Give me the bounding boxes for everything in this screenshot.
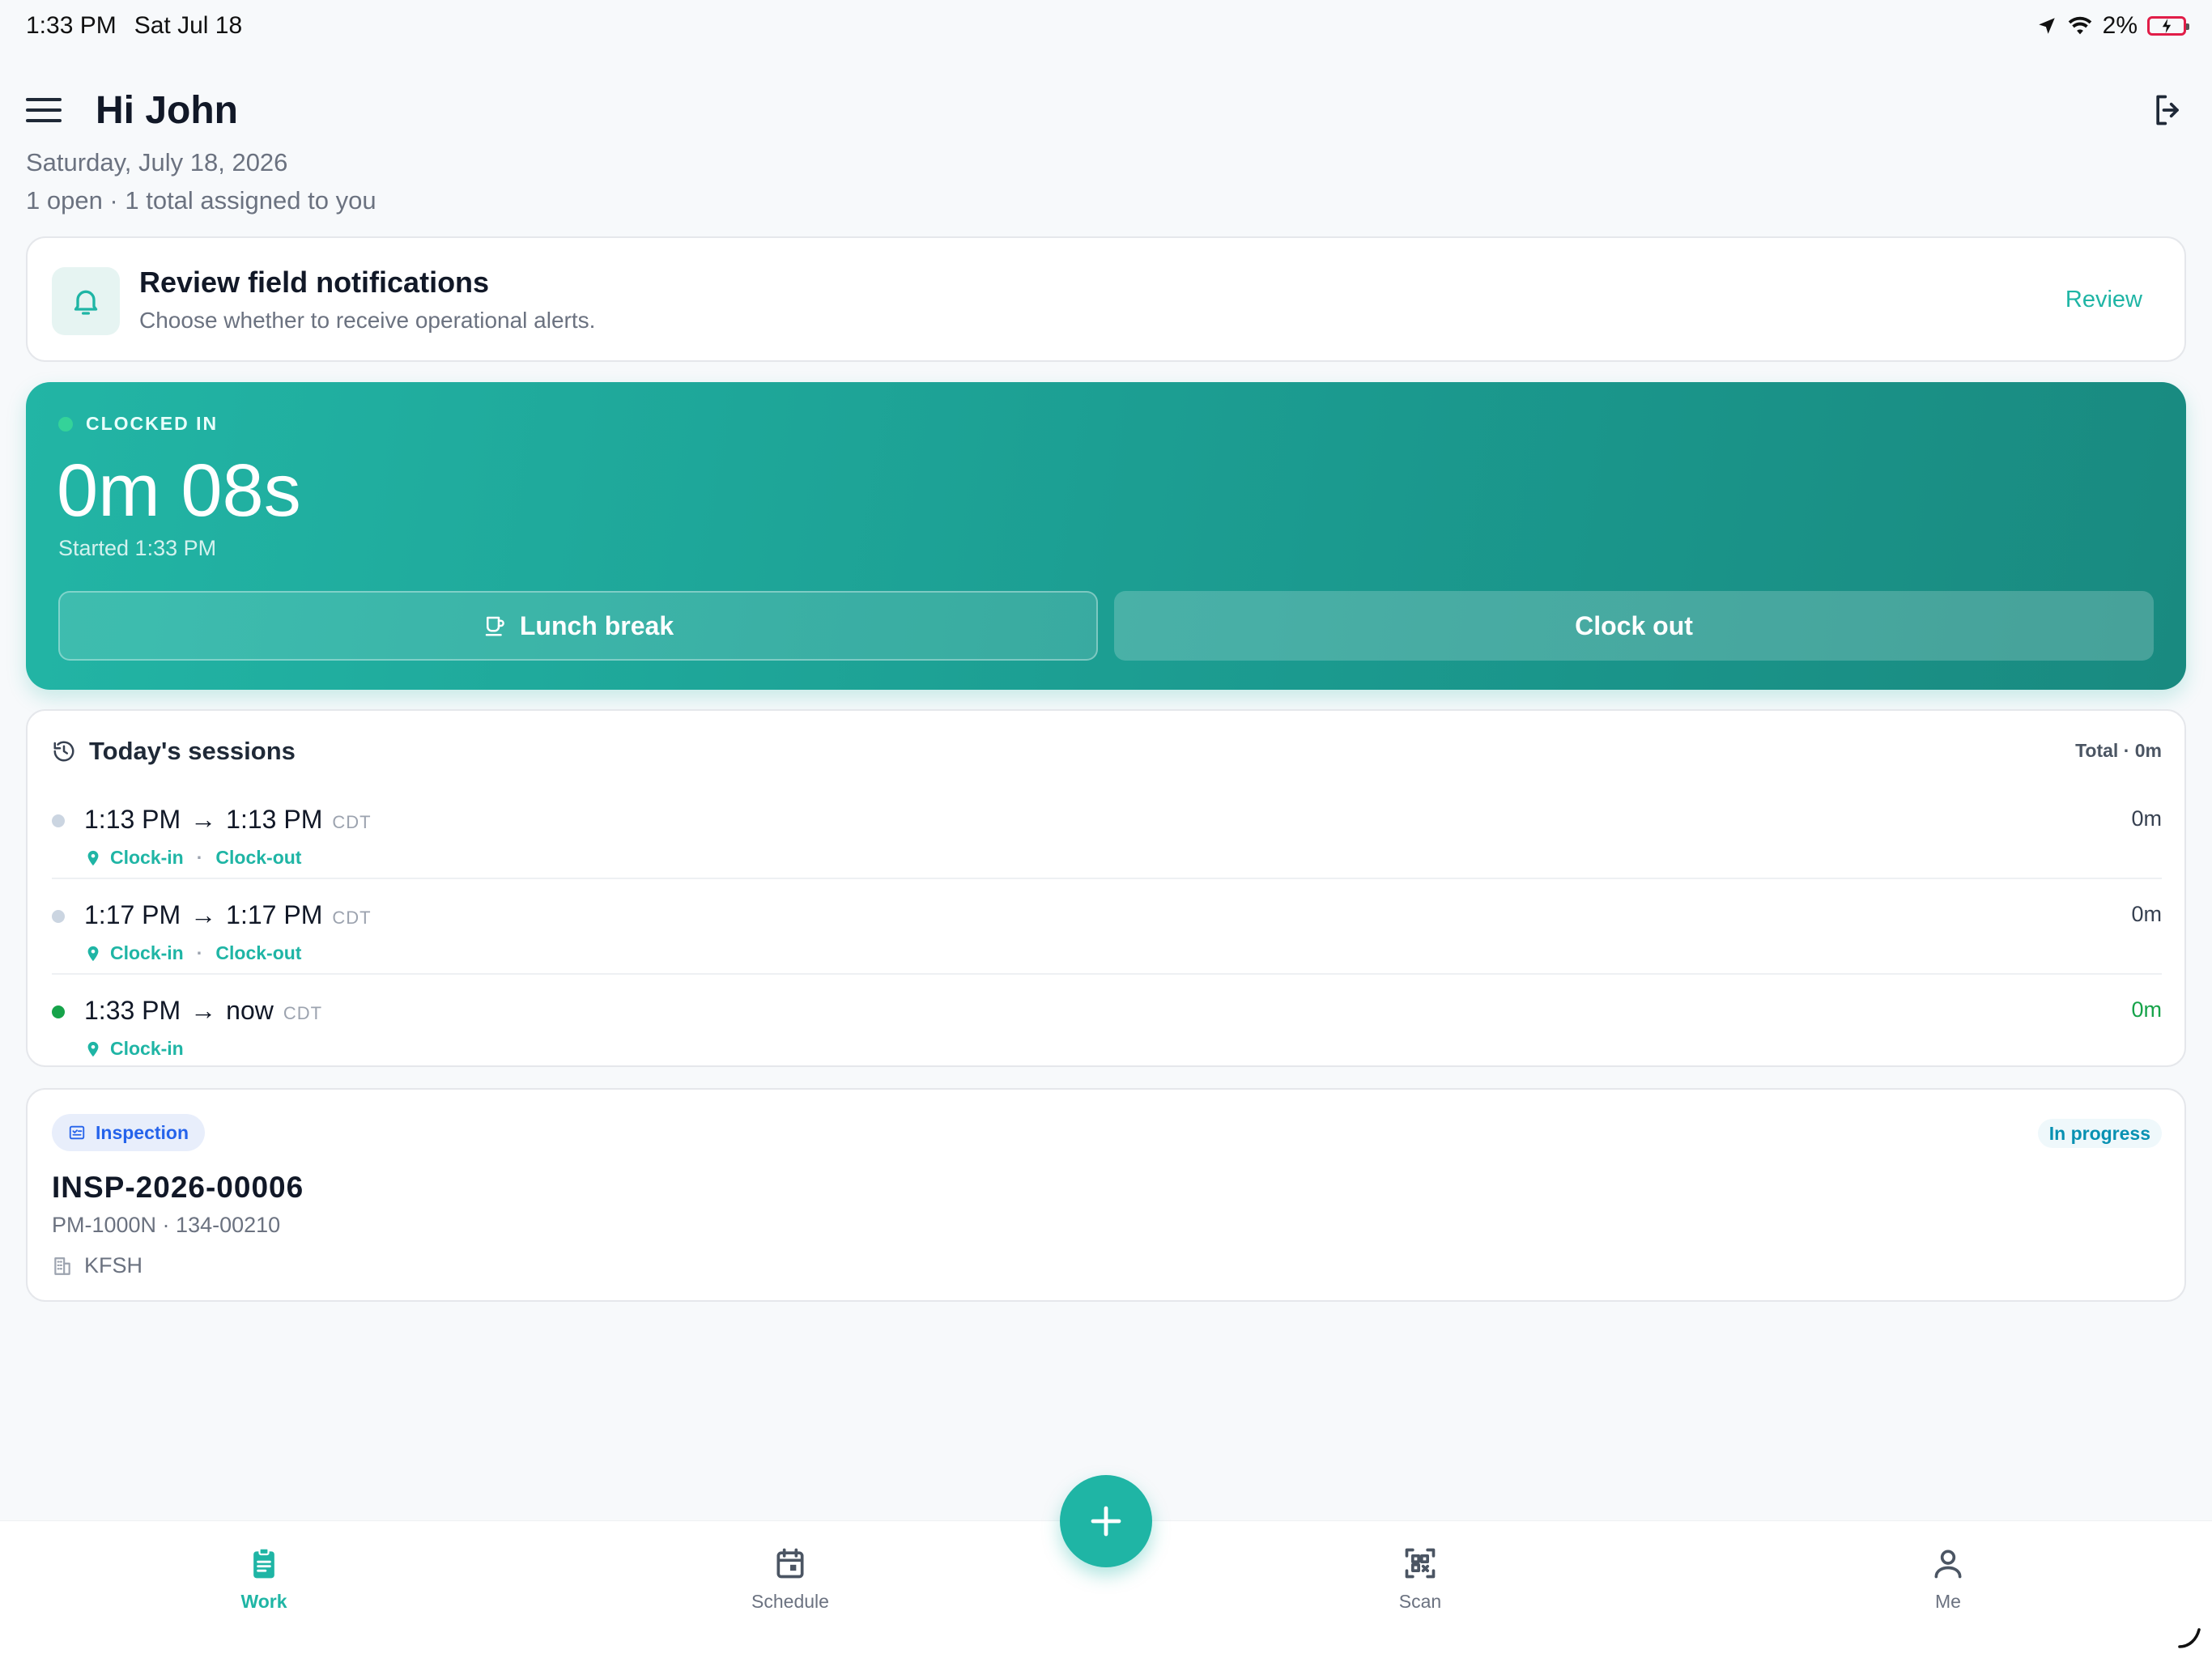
plus-icon xyxy=(1091,1506,1121,1537)
resize-handle-icon[interactable] xyxy=(2175,1622,2204,1652)
clock-in-tag[interactable]: Clock-in xyxy=(110,1038,184,1060)
session-duration: 0m xyxy=(2131,902,2162,926)
menu-icon[interactable] xyxy=(26,92,62,128)
coffee-cup-icon xyxy=(485,616,504,636)
divider xyxy=(52,878,2162,879)
type-badge: Inspection xyxy=(52,1114,206,1151)
site-name: KFSH xyxy=(84,1253,143,1278)
building-icon xyxy=(54,1256,70,1275)
review-button[interactable]: Review xyxy=(2065,287,2142,313)
clock-status-label: CLOCKED IN xyxy=(86,413,219,434)
site-line: KFSH xyxy=(52,1253,143,1278)
tab-me-label: Me xyxy=(1935,1591,1961,1612)
map-pin-icon xyxy=(87,946,99,961)
person-icon xyxy=(1934,1550,1962,1579)
clock-out-tag[interactable]: Clock-out xyxy=(215,942,301,964)
session-end: 1:17 PM xyxy=(226,900,323,929)
battery-charging-icon xyxy=(2147,16,2189,36)
session-row-active: 1:33 PM → now CDT Clock-in 0m xyxy=(52,989,2162,1085)
location-arrow-icon xyxy=(2038,18,2055,34)
clock-out-button[interactable]: Clock out xyxy=(1114,591,2154,661)
status-time: 1:33 PM xyxy=(26,12,117,39)
current-date: Saturday, July 18, 2026 xyxy=(26,148,288,176)
app-screen: 1:33 PM Sat Jul 18 2% Hi John Saturday, … xyxy=(0,0,2212,1658)
work-order-code: INSP-2026-00006 xyxy=(52,1171,304,1204)
session-start: 1:17 PM xyxy=(84,900,181,929)
wifi-icon xyxy=(2068,16,2091,35)
session-duration: 0m xyxy=(2131,997,2162,1022)
status-bar: 1:33 PM Sat Jul 18 2% xyxy=(26,11,2189,40)
calendar-icon xyxy=(776,1548,804,1579)
tab-schedule[interactable]: Schedule xyxy=(709,1545,871,1613)
session-row: 1:17 PM → 1:17 PM CDT Clock-in · Clock-o… xyxy=(52,894,2162,989)
notification-card: Review field notifications Choose whethe… xyxy=(26,236,2186,362)
header: Hi John xyxy=(26,81,2186,139)
clock-card: CLOCKED IN 0m 08s Started 1:33 PM Lunch … xyxy=(26,382,2186,690)
session-row: 1:13 PM → 1:13 PM CDT Clock-in · Clock-o… xyxy=(52,798,2162,894)
work-order-card[interactable]: Inspection In progress INSP-2026-00006 P… xyxy=(26,1088,2186,1302)
page-title: Hi John xyxy=(96,88,238,132)
bell-icon xyxy=(52,267,120,335)
divider xyxy=(52,973,2162,975)
session-end: now xyxy=(226,996,274,1025)
session-arrow: → xyxy=(190,900,217,929)
map-pin-icon xyxy=(87,850,99,865)
add-button[interactable] xyxy=(1060,1475,1152,1567)
inspection-icon xyxy=(69,1125,85,1140)
tab-work-label: Work xyxy=(240,1591,287,1612)
session-start: 1:13 PM xyxy=(84,805,181,834)
session-timezone: CDT xyxy=(332,908,372,928)
assignment-summary: 1 open · 1 total assigned to you xyxy=(26,186,376,215)
session-dot xyxy=(52,814,65,827)
session-end: 1:13 PM xyxy=(226,805,323,834)
session-duration: 0m xyxy=(2131,806,2162,831)
tab-scan-label: Scan xyxy=(1398,1591,1442,1612)
clock-in-tag[interactable]: Clock-in xyxy=(110,942,184,964)
clock-status: CLOCKED IN xyxy=(58,413,218,435)
logout-icon[interactable] xyxy=(2150,92,2186,128)
tab-schedule-label: Schedule xyxy=(751,1591,829,1612)
status-badge: In progress xyxy=(2037,1119,2162,1148)
status-dot xyxy=(58,416,73,432)
session-dot-active xyxy=(52,1005,65,1018)
tag-separator: · xyxy=(196,847,203,868)
notification-subtitle: Choose whether to receive operational al… xyxy=(139,308,596,333)
sessions-header: Today's sessions xyxy=(52,737,296,766)
clipboard-icon xyxy=(253,1547,274,1579)
notification-title: Review field notifications xyxy=(139,266,490,299)
session-timezone: CDT xyxy=(283,1003,323,1023)
clock-out-label: Clock out xyxy=(1575,610,1693,640)
work-order-meta: PM-1000N · 134-00210 xyxy=(52,1213,281,1237)
history-icon xyxy=(53,741,74,762)
elapsed-timer: 0m 08s xyxy=(57,449,301,532)
qr-scan-icon xyxy=(1405,1548,1436,1579)
battery-percent: 2% xyxy=(2102,12,2138,39)
session-timezone: CDT xyxy=(332,812,372,832)
session-dot xyxy=(52,910,65,923)
sessions-title: Today's sessions xyxy=(89,737,296,765)
tag-separator: · xyxy=(196,942,203,963)
sessions-card: Today's sessions Total · 0m 1:13 PM → 1:… xyxy=(26,709,2186,1067)
started-time: Started 1:33 PM xyxy=(58,536,217,560)
tab-work[interactable]: Work xyxy=(183,1545,345,1613)
tab-me[interactable]: Me xyxy=(1867,1545,2029,1613)
clock-in-tag[interactable]: Clock-in xyxy=(110,847,184,869)
type-label: Inspection xyxy=(96,1121,189,1143)
map-pin-icon xyxy=(87,1041,99,1056)
tab-scan[interactable]: Scan xyxy=(1339,1545,1501,1613)
status-date: Sat Jul 18 xyxy=(134,12,243,39)
lunch-break-button[interactable]: Lunch break xyxy=(58,591,1098,661)
sessions-total: Total · 0m xyxy=(2075,740,2162,761)
session-arrow: → xyxy=(190,996,217,1025)
lunch-break-label: Lunch break xyxy=(519,610,674,640)
session-arrow: → xyxy=(190,805,217,834)
clock-out-tag[interactable]: Clock-out xyxy=(215,847,301,869)
session-start: 1:33 PM xyxy=(84,996,181,1025)
